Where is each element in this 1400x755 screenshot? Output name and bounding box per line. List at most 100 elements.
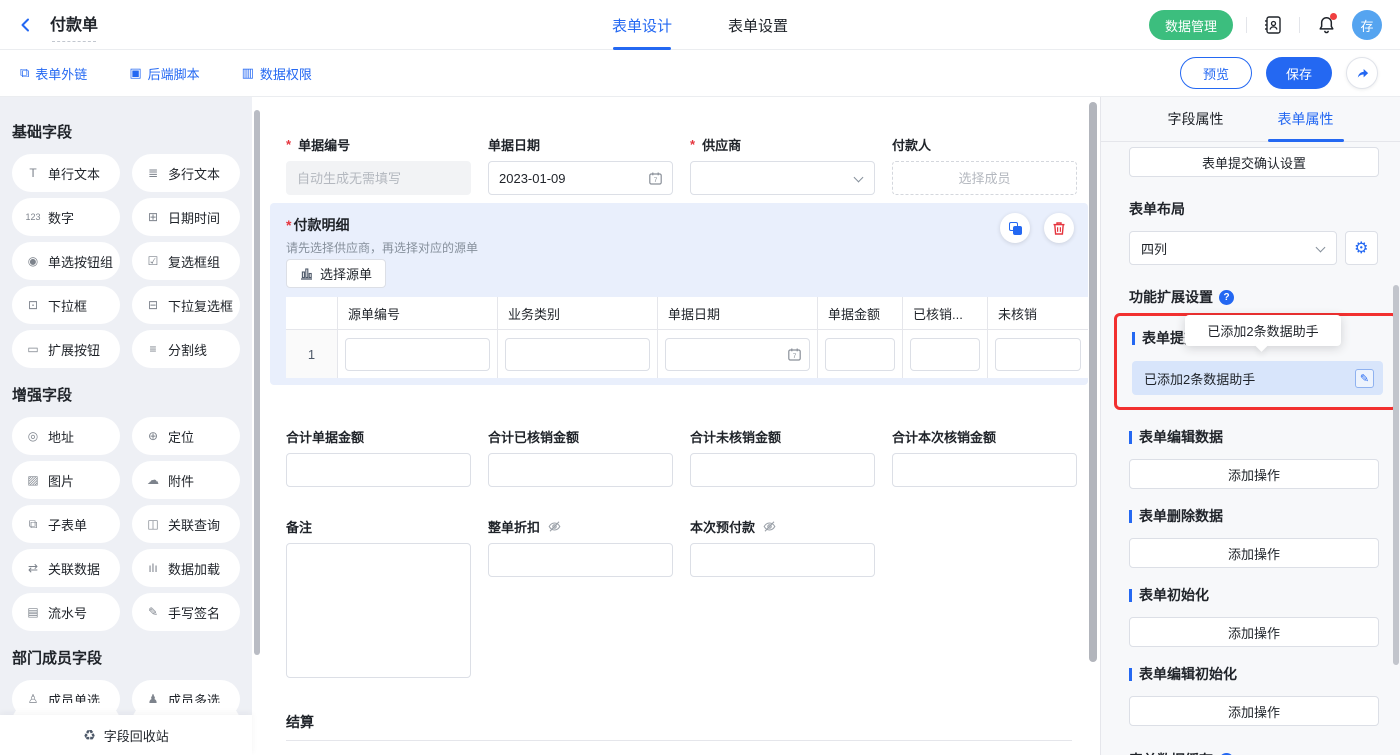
cell-date-input[interactable]: 7 <box>665 338 810 371</box>
remark-textarea[interactable] <box>286 543 471 678</box>
field-item-linked-data[interactable]: ⇄关联数据 <box>12 549 120 587</box>
field-whole-discount[interactable]: 整单折扣 <box>488 517 673 678</box>
supplier-select-input[interactable] <box>691 162 874 194</box>
linked-data-icon: ⇄ <box>25 561 41 575</box>
preview-button[interactable]: 预览 <box>1180 57 1252 89</box>
field-total-written-off[interactable]: 合计已核销金额 <box>488 427 673 487</box>
edit-icon[interactable]: ✎ <box>1355 369 1374 388</box>
avatar[interactable]: 存 <box>1352 10 1382 40</box>
svg-text:7: 7 <box>793 353 797 360</box>
field-recycle-bin[interactable]: ♻ 字段回收站 <box>0 715 252 755</box>
tab-form-design[interactable]: 表单设计 <box>612 0 672 50</box>
chevron-down-icon <box>1315 243 1325 253</box>
panel-scrollbar[interactable] <box>1393 285 1399 665</box>
hidden-eye-icon <box>763 520 776 533</box>
field-item-extend-button[interactable]: ▭扩展按钮 <box>12 330 120 368</box>
total-written-off-input[interactable] <box>489 454 672 486</box>
field-item-image[interactable]: ▨图片 <box>12 461 120 499</box>
field-item-checkbox-group[interactable]: ☑复选框组 <box>132 242 240 280</box>
chevron-left-icon <box>18 17 34 33</box>
field-prepayment[interactable]: 本次预付款 <box>690 517 875 678</box>
cell-input[interactable] <box>995 338 1081 371</box>
field-label: 备注 <box>286 517 471 535</box>
single-line-text-icon: T <box>25 166 41 180</box>
supplier-select[interactable] <box>690 161 875 195</box>
field-item-select[interactable]: ⊡下拉框 <box>12 286 120 324</box>
payer-member-picker[interactable] <box>892 161 1077 195</box>
bill-number-input[interactable] <box>287 162 470 194</box>
submit-confirm-settings-button[interactable]: 表单提交确认设置 <box>1129 147 1379 177</box>
field-remark[interactable]: 备注 <box>286 517 471 678</box>
field-item-multi-select[interactable]: ⊟下拉复选框 <box>132 286 240 324</box>
cell-business-type <box>498 330 658 378</box>
help-icon[interactable]: ? <box>1219 290 1234 305</box>
data-assistant-row[interactable]: 已添加2条数据助手 ✎ <box>1132 361 1383 395</box>
prepay-label: 本次预付款 <box>690 517 755 536</box>
layout-settings-button[interactable]: ⚙ <box>1345 231 1378 265</box>
field-item-subform[interactable]: ⧉子表单 <box>12 505 120 543</box>
field-item-address[interactable]: ◎地址 <box>12 417 120 455</box>
share-button[interactable] <box>1346 57 1378 89</box>
total-current-writeoff-input[interactable] <box>893 454 1076 486</box>
address-icon: ◎ <box>25 429 41 443</box>
field-item-serial-number[interactable]: ▤流水号 <box>12 593 120 631</box>
total-bill-amount-input[interactable] <box>287 454 470 486</box>
signature-icon: ✎ <box>145 605 161 619</box>
field-item-linked-query[interactable]: ◫关联查询 <box>132 505 240 543</box>
cell-bill-date: 7 <box>658 330 818 378</box>
back-button[interactable] <box>18 16 36 34</box>
tab-form-properties[interactable]: 表单属性 <box>1278 97 1334 142</box>
notification-bell-icon[interactable] <box>1313 12 1339 38</box>
prepayment-input[interactable] <box>691 544 874 576</box>
field-bill-number[interactable]: 单据编号 <box>286 135 471 195</box>
form-external-link[interactable]: ⧉ 表单外链 <box>20 64 87 83</box>
discount-input[interactable] <box>489 544 672 576</box>
field-total-current-writeoff[interactable]: 合计本次核销金额 <box>892 427 1077 487</box>
data-permission-link[interactable]: ▥ 数据权限 <box>242 64 312 83</box>
group-form-delete-data: 表单删除数据 添加操作 <box>1129 506 1378 568</box>
field-item-signature[interactable]: ✎手写签名 <box>132 593 240 631</box>
multi-select-icon: ⊟ <box>145 298 161 312</box>
backend-script-link[interactable]: ▣ 后端脚本 <box>129 64 199 83</box>
cell-input[interactable] <box>910 338 980 371</box>
layout-select[interactable]: 四列 <box>1129 231 1337 265</box>
delete-field-button[interactable] <box>1044 213 1074 243</box>
tab-field-properties[interactable]: 字段属性 <box>1168 97 1224 142</box>
add-action-button-edit-init[interactable]: 添加操作 <box>1129 696 1379 726</box>
canvas-scrollbar[interactable] <box>1089 102 1097 662</box>
trash-icon <box>1052 221 1066 236</box>
cell-input[interactable] <box>345 338 490 371</box>
tab-form-settings[interactable]: 表单设置 <box>728 0 788 50</box>
cell-input[interactable] <box>825 338 895 371</box>
add-action-button-delete[interactable]: 添加操作 <box>1129 538 1379 568</box>
copy-field-button[interactable] <box>1000 213 1030 243</box>
field-item-multi-line-text[interactable]: ≣多行文本 <box>132 154 240 192</box>
field-total-bill-amount[interactable]: 合计单据金额 <box>286 427 471 487</box>
data-manage-button[interactable]: 数据管理 <box>1149 10 1233 40</box>
add-action-button-init[interactable]: 添加操作 <box>1129 617 1379 647</box>
field-item-number[interactable]: 123数字 <box>12 198 120 236</box>
bill-date-input[interactable] <box>489 162 672 194</box>
field-item-data-load[interactable]: ılı数据加载 <box>132 549 240 587</box>
sidebar-scrollbar[interactable] <box>254 110 260 655</box>
total-not-written-off-input[interactable] <box>691 454 874 486</box>
field-total-not-written-off[interactable]: 合计未核销金额 <box>690 427 875 487</box>
contacts-book-icon[interactable] <box>1260 12 1286 38</box>
select-source-button[interactable]: 选择源单 <box>286 259 386 288</box>
cell-input[interactable] <box>505 338 650 371</box>
field-item-divider[interactable]: ≡分割线 <box>132 330 240 368</box>
number-icon: 123 <box>25 212 41 222</box>
save-button[interactable]: 保存 <box>1266 57 1332 89</box>
payment-detail-block[interactable]: 付款明细 请先选择供应商，再选择对应的源单 选择源单 源单编号 业务类别 单据日… <box>270 203 1088 385</box>
field-item-location[interactable]: ⊕定位 <box>132 417 240 455</box>
field-item-radio-group[interactable]: ◉单选按钮组 <box>12 242 120 280</box>
divider-icon: ≡ <box>145 342 161 356</box>
field-supplier[interactable]: 供应商 <box>690 135 875 195</box>
field-item-attachment[interactable]: ☁附件 <box>132 461 240 499</box>
field-payer[interactable]: 付款人 <box>892 135 1077 195</box>
field-item-single-line-text[interactable]: T单行文本 <box>12 154 120 192</box>
field-item-datetime[interactable]: ⊞日期时间 <box>132 198 240 236</box>
field-bill-date[interactable]: 单据日期 7 <box>488 135 673 195</box>
add-action-button-edit[interactable]: 添加操作 <box>1129 459 1379 489</box>
payer-input[interactable] <box>893 162 1076 194</box>
